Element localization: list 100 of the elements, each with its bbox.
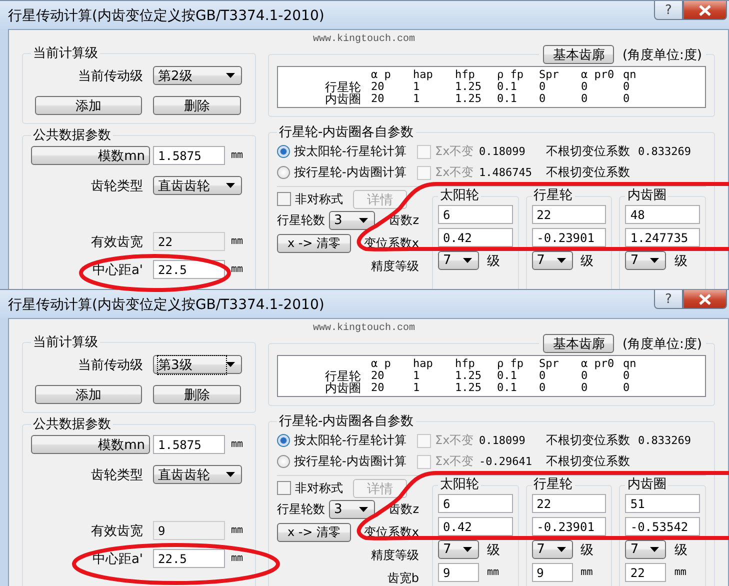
table-cell-text: 0.1 xyxy=(496,370,517,382)
clear-button[interactable]: x -> 清零 xyxy=(277,523,351,542)
module-field[interactable]: 1.5875 xyxy=(153,435,225,454)
radio-label: 按太阳轮-行星轮计算 xyxy=(294,432,406,449)
shift-field[interactable]: 0.42 xyxy=(438,228,513,247)
caret-icon xyxy=(650,547,660,552)
teeth-field[interactable]: 6 xyxy=(438,494,513,513)
radio-button[interactable] xyxy=(277,166,290,179)
caret-icon xyxy=(359,218,368,223)
table-cell-text: 1.25 xyxy=(454,382,482,394)
table-cell-text: 0.1 xyxy=(496,81,517,93)
shift-field[interactable]: -0.23901 xyxy=(532,228,606,247)
unit-label: mm xyxy=(231,150,244,161)
gear-type-dropdown[interactable]: 直齿齿轮 xyxy=(153,176,242,195)
field-label: 当前传动级 xyxy=(77,356,144,374)
close-button[interactable] xyxy=(683,290,727,309)
gear-type-dropdown[interactable]: 直齿齿轮 xyxy=(153,465,242,484)
group-title: 行星轮-内齿圈各自参数 xyxy=(278,124,415,141)
row-header: 内齿圈 xyxy=(324,93,362,105)
center-distance-field[interactable]: 22.5 xyxy=(153,549,225,568)
unit-label: 级 xyxy=(674,542,688,558)
column-header: hfp xyxy=(454,358,476,370)
module-field[interactable]: 1.5875 xyxy=(153,146,225,165)
grade-dropdown[interactable]: 7 xyxy=(625,251,666,270)
delete-button[interactable]: 删除 xyxy=(153,385,241,404)
checkbox[interactable] xyxy=(277,481,291,495)
module-button[interactable]: 模数mn xyxy=(31,435,150,454)
grade-dropdown[interactable]: 7 xyxy=(625,540,666,559)
unit-label: 级 xyxy=(674,252,688,270)
face-width-field[interactable]: 9 xyxy=(153,521,225,540)
teeth-field[interactable]: 51 xyxy=(625,494,700,513)
table-cell-text: 0 xyxy=(622,370,630,382)
group-title: 行星轮 xyxy=(532,478,574,492)
table-cell-text: 1 xyxy=(412,81,420,93)
unit-label: mm xyxy=(580,567,593,578)
help-button[interactable]: ? xyxy=(654,1,683,20)
radio-button[interactable] xyxy=(277,434,290,447)
field-label: 齿宽b xyxy=(386,570,420,586)
table-cell-text: 20 xyxy=(370,370,385,382)
field-label: 行星轮数 xyxy=(277,212,326,229)
value-text: 0.18099 xyxy=(479,434,526,447)
group-title: 太阳轮 xyxy=(439,189,480,203)
teeth-field[interactable]: 22 xyxy=(532,205,606,224)
value-text: 0.18099 xyxy=(479,145,526,158)
shift-field[interactable]: 1.247735 xyxy=(625,228,700,247)
radio-button[interactable] xyxy=(277,455,290,468)
row-header: 行星轮 xyxy=(324,81,362,93)
checkbox-label: 非对称式 xyxy=(295,480,343,496)
table-cell-text: 0 xyxy=(538,81,546,93)
radio-button[interactable] xyxy=(277,145,290,158)
caret-icon xyxy=(556,547,566,552)
caret-icon xyxy=(226,362,235,367)
width-field[interactable]: 22 xyxy=(625,563,666,582)
planet-count-dropdown[interactable]: 3 xyxy=(329,500,375,519)
face-width-field[interactable]: 22 xyxy=(153,232,225,251)
unit-label: 级 xyxy=(580,542,594,558)
stage-dropdown[interactable]: 第3级 xyxy=(153,355,242,374)
help-button[interactable]: ? xyxy=(654,290,683,309)
shift-field[interactable]: 0.42 xyxy=(438,517,513,536)
table-cell-text: 0 xyxy=(580,93,589,105)
value-text: 1.486745 xyxy=(479,166,533,179)
grade-dropdown[interactable]: 7 xyxy=(438,540,479,559)
checkbox-label: Σx不变 xyxy=(435,164,474,181)
unit-label: 级 xyxy=(580,252,594,270)
planet-count-dropdown[interactable]: 3 xyxy=(329,211,375,230)
grade-dropdown[interactable]: 7 xyxy=(532,540,573,559)
stage-dropdown[interactable]: 第2级 xyxy=(153,66,242,85)
column-header: α pr0 xyxy=(580,69,616,81)
caret-icon xyxy=(226,472,235,477)
close-button[interactable] xyxy=(683,1,727,20)
checkbox-label: Σx不变 xyxy=(435,143,474,160)
caret-icon xyxy=(226,183,235,188)
table-cell-text: 1 xyxy=(412,93,421,105)
center-distance-field[interactable]: 22.5 xyxy=(153,260,225,279)
table-cell-text: 20 xyxy=(370,93,386,105)
delete-button[interactable]: 删除 xyxy=(153,96,241,115)
unit-label: mm xyxy=(231,439,244,450)
grade-dropdown[interactable]: 7 xyxy=(532,251,573,270)
add-button[interactable]: 添加 xyxy=(35,385,142,404)
teeth-field[interactable]: 48 xyxy=(625,205,700,224)
module-button[interactable]: 模数mn xyxy=(31,146,150,165)
column-header: hap xyxy=(412,358,434,370)
profile-button[interactable]: 基本齿廓 xyxy=(543,45,614,64)
clear-button[interactable]: x -> 清零 xyxy=(277,234,351,253)
shift-field[interactable]: -0.53542 xyxy=(625,517,700,536)
column-header: α p xyxy=(370,69,392,81)
group-title: 当前计算级 xyxy=(32,334,99,351)
column-header: ρ fp xyxy=(496,69,524,81)
add-button[interactable]: 添加 xyxy=(35,96,142,115)
table-cell-text: 1 xyxy=(412,370,420,382)
grade-dropdown[interactable]: 7 xyxy=(438,251,479,270)
profile-button[interactable]: 基本齿廓 xyxy=(543,334,614,353)
checkbox[interactable] xyxy=(277,192,291,206)
checkbox-label: 非对称式 xyxy=(295,190,343,208)
shift-field[interactable]: -0.23901 xyxy=(532,517,606,536)
teeth-field[interactable]: 6 xyxy=(438,205,513,224)
width-field[interactable]: 9 xyxy=(532,563,573,582)
teeth-field[interactable]: 22 xyxy=(532,494,606,513)
field-label: 有效齿宽 xyxy=(90,234,144,250)
width-field[interactable]: 9 xyxy=(438,563,479,582)
